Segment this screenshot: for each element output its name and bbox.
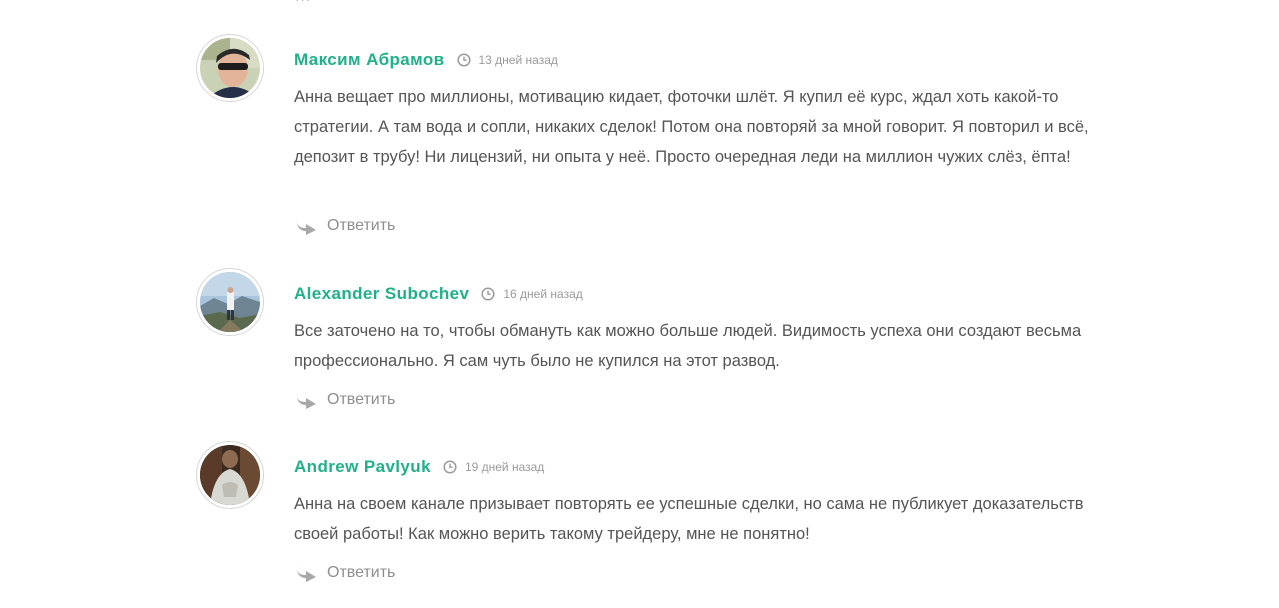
comment-meta: Andrew Pavlyuk 19 дней назад [294, 455, 544, 479]
time-label: 16 дней назад [503, 287, 583, 301]
clock-icon [456, 53, 471, 67]
reply-label: Ответить [327, 217, 396, 234]
comment-text: Анна вещает про миллионы, мотивацию кида… [294, 88, 1089, 166]
reply-button[interactable]: Ответить [294, 561, 395, 585]
reply-arrow-icon [296, 219, 316, 235]
previous-comment-fragment: … [294, 0, 311, 4]
user-avatar[interactable] [196, 34, 264, 102]
comment-text: Анна на своем канале призывает повторять… [294, 495, 1084, 543]
user-avatar[interactable] [196, 268, 264, 336]
author-name[interactable]: Andrew Pavlyuk [294, 457, 431, 477]
reply-button[interactable]: Ответить [294, 214, 395, 238]
reply-label: Ответить [327, 564, 396, 581]
avatar-photo [200, 38, 260, 98]
avatar-photo [200, 272, 260, 332]
reply-label: Ответить [327, 391, 396, 408]
reply-arrow-icon [296, 393, 316, 409]
avatar-photo [200, 445, 260, 505]
clock-icon [443, 460, 457, 474]
comment-meta: Alexander Subochev 16 дней назад [294, 282, 583, 306]
user-avatar[interactable] [196, 441, 264, 509]
comment-time: 16 дней назад [481, 287, 583, 301]
author-name[interactable]: Максим Абрамов [294, 50, 445, 70]
comment-time: 13 дней назад [456, 53, 558, 67]
comments-page: … Максим Абрамов 13 [0, 0, 1279, 608]
reply-button[interactable]: Ответить [294, 388, 395, 412]
comment-time: 19 дней назад [443, 460, 544, 474]
comment-meta: Максим Абрамов 13 дней назад [294, 48, 558, 72]
clock-icon [481, 287, 495, 301]
time-label: 13 дней назад [478, 53, 558, 67]
comment-text: Все заточено на то, чтобы обмануть как м… [294, 322, 1082, 370]
time-label: 19 дней назад [464, 460, 545, 474]
author-name[interactable]: Alexander Subochev [294, 284, 469, 304]
reply-arrow-icon [296, 566, 316, 582]
